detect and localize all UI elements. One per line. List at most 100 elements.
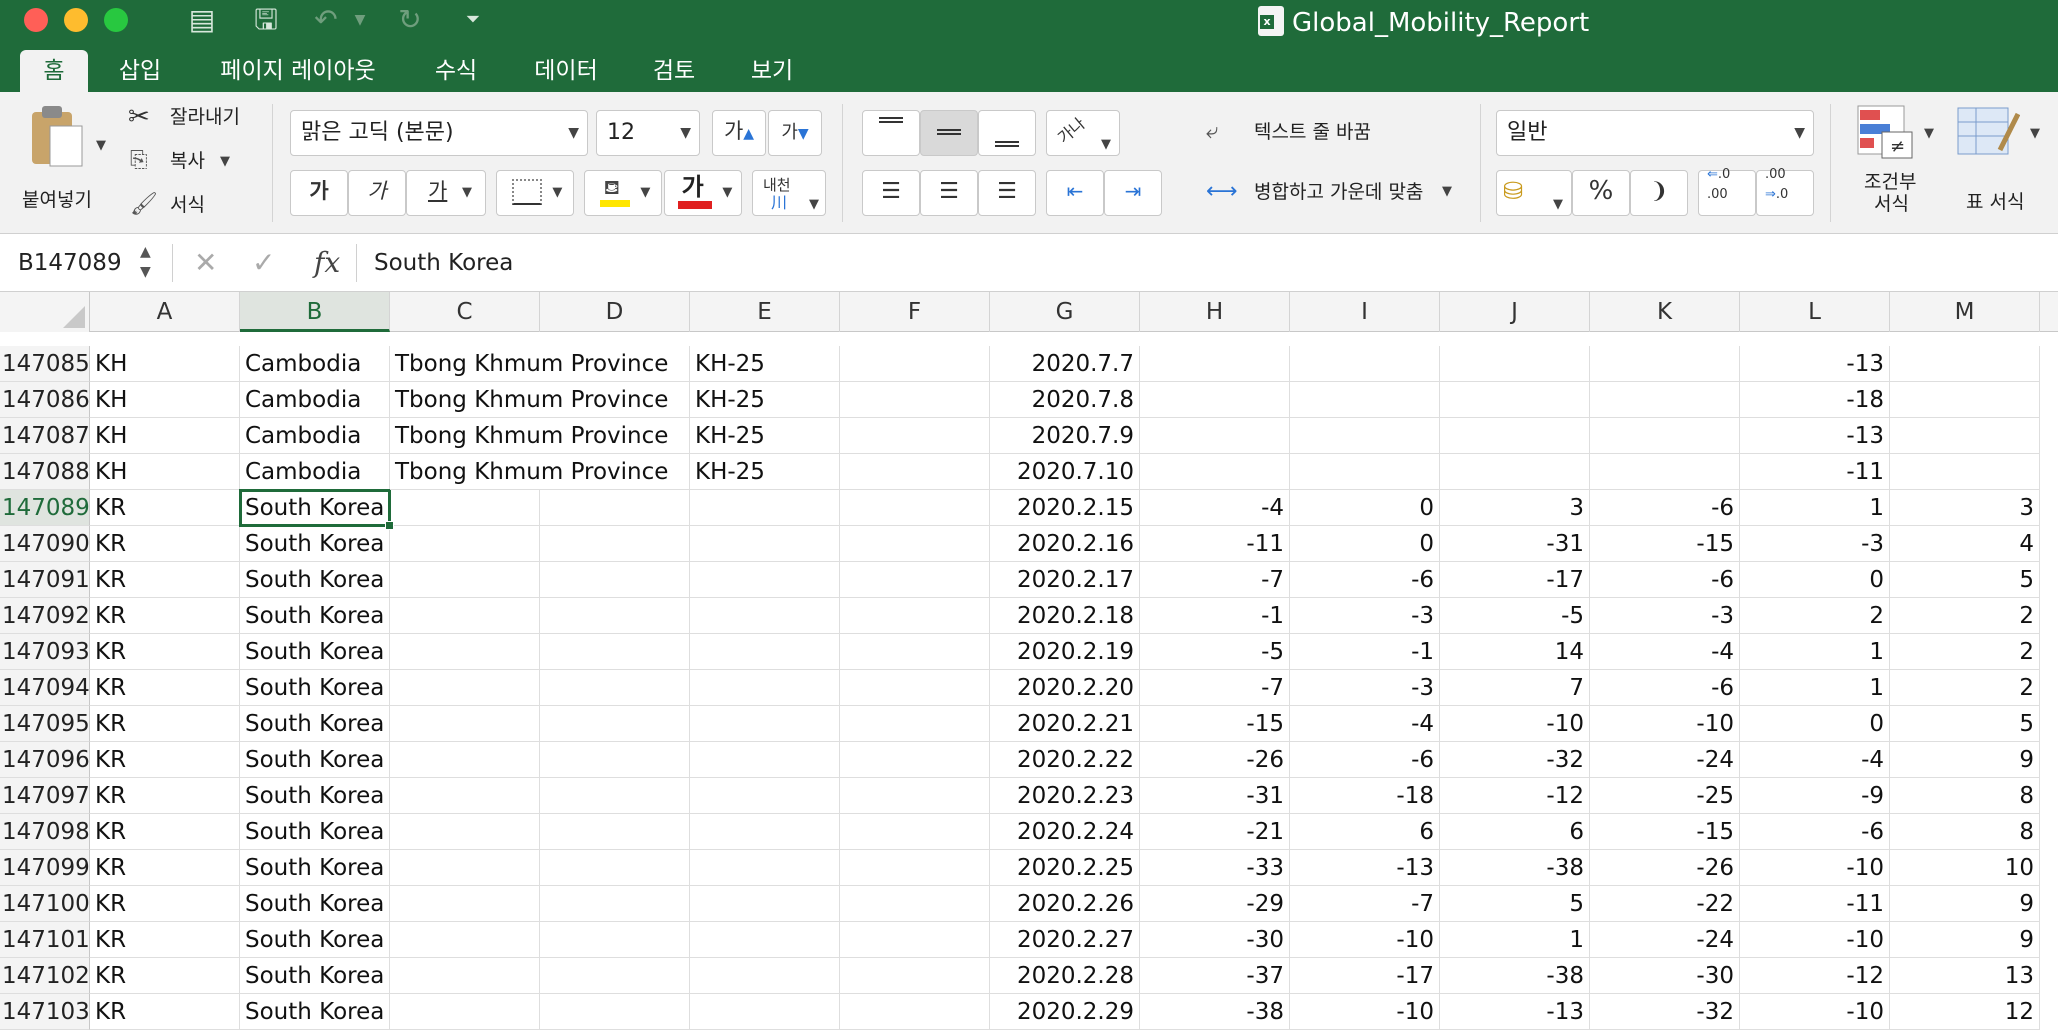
cell-m147090[interactable]: 4 — [1890, 526, 2040, 562]
merge-center-button[interactable]: ⟷ 병합하고 가운데 맞춤 ▼ — [1206, 174, 1466, 210]
cell-d147103[interactable] — [540, 994, 690, 1030]
cell-h147099[interactable]: -33 — [1140, 850, 1290, 886]
sidebar-toggle-icon[interactable]: ▤ — [184, 4, 220, 36]
cell-l147103[interactable]: -10 — [1740, 994, 1890, 1030]
cell-c147087[interactable]: Tbong Khmum Province — [390, 418, 668, 454]
cell-m147102[interactable]: 13 — [1890, 958, 2040, 994]
cell-c147096[interactable] — [390, 742, 540, 778]
cell-b147089[interactable]: South Korea — [240, 490, 390, 526]
cell-j147101[interactable]: 1 — [1440, 922, 1590, 958]
increase-decimal-button[interactable]: ⇐.0.00 — [1698, 167, 1756, 216]
cell-c147086[interactable]: Tbong Khmum Province — [390, 382, 668, 418]
cell-f147093[interactable] — [840, 634, 990, 670]
accounting-format-button[interactable]: ⛁ ▼ — [1496, 170, 1572, 216]
row-header[interactable]: 147098 — [0, 814, 90, 850]
cell-j147088[interactable] — [1440, 454, 1590, 490]
increase-indent-button[interactable]: ⇥ — [1104, 170, 1162, 216]
cell-a147091[interactable]: KR — [90, 562, 240, 598]
cell-f147094[interactable] — [840, 670, 990, 706]
cell-m147094[interactable]: 2 — [1890, 670, 2040, 706]
cell-m147085[interactable] — [1890, 346, 2040, 382]
cell-g147103[interactable]: 2020.2.29 — [990, 994, 1140, 1030]
cell-e147098[interactable] — [690, 814, 840, 850]
cell-k147085[interactable] — [1590, 346, 1740, 382]
cell-g147098[interactable]: 2020.2.24 — [990, 814, 1140, 850]
cell-g147093[interactable]: 2020.2.19 — [990, 634, 1140, 670]
cell-k147095[interactable]: -10 — [1590, 706, 1740, 742]
row-header[interactable]: 147099 — [0, 850, 90, 886]
cell-b147103[interactable]: South Korea — [240, 994, 390, 1030]
cell-f147092[interactable] — [840, 598, 990, 634]
cell-i147091[interactable]: -6 — [1290, 562, 1440, 598]
cell-a147090[interactable]: KR — [90, 526, 240, 562]
cell-h147088[interactable] — [1140, 454, 1290, 490]
orientation-button[interactable]: 가나 ▼ — [1046, 110, 1120, 156]
cell-l147085[interactable]: -13 — [1740, 346, 1890, 382]
cell-d147101[interactable] — [540, 922, 690, 958]
cell-c147085[interactable]: Tbong Khmum Province — [390, 346, 668, 382]
cell-b147102[interactable]: South Korea — [240, 958, 390, 994]
save-icon[interactable]: 🖫 — [248, 4, 284, 36]
cell-g147100[interactable]: 2020.2.26 — [990, 886, 1140, 922]
cell-g147085[interactable]: 2020.7.7 — [990, 346, 1140, 382]
cell-e147087[interactable]: KH-25 — [690, 418, 840, 454]
cell-h147086[interactable] — [1140, 382, 1290, 418]
cell-a147102[interactable]: KR — [90, 958, 240, 994]
cell-k147087[interactable] — [1590, 418, 1740, 454]
cell-c147088[interactable]: Tbong Khmum Province — [390, 454, 668, 490]
tab-view[interactable]: 보기 — [740, 50, 804, 92]
cell-h147087[interactable] — [1140, 418, 1290, 454]
cell-e147093[interactable] — [690, 634, 840, 670]
cell-l147099[interactable]: -10 — [1740, 850, 1890, 886]
cell-e147100[interactable] — [690, 886, 840, 922]
formula-input[interactable]: South Korea — [374, 234, 513, 292]
cell-d147095[interactable] — [540, 706, 690, 742]
cell-g147096[interactable]: 2020.2.22 — [990, 742, 1140, 778]
cell-a147094[interactable]: KR — [90, 670, 240, 706]
undo-dropdown-icon[interactable]: ▼ — [350, 4, 370, 36]
tab-review[interactable]: 검토 — [642, 50, 706, 92]
cell-g147102[interactable]: 2020.2.28 — [990, 958, 1140, 994]
cell-m147101[interactable]: 9 — [1890, 922, 2040, 958]
cell-d147100[interactable] — [540, 886, 690, 922]
format-painter-button[interactable]: 🖌 서식 — [128, 188, 258, 222]
cell-i147101[interactable]: -10 — [1290, 922, 1440, 958]
row-header[interactable]: 147101 — [0, 922, 90, 958]
tab-insert[interactable]: 삽입 — [108, 50, 172, 92]
copy-button[interactable]: ⎘ 복사 ▼ — [128, 144, 258, 178]
decrease-indent-button[interactable]: ⇤ — [1046, 170, 1104, 216]
tab-data[interactable]: 데이터 — [524, 50, 608, 92]
cell-m147093[interactable]: 2 — [1890, 634, 2040, 670]
cell-k147102[interactable]: -30 — [1590, 958, 1740, 994]
cell-a147099[interactable]: KR — [90, 850, 240, 886]
cell-h147097[interactable]: -31 — [1140, 778, 1290, 814]
cell-l147093[interactable]: 1 — [1740, 634, 1890, 670]
phonetic-guide-button[interactable]: 내천 川 ▼ — [752, 170, 826, 216]
cell-l147088[interactable]: -11 — [1740, 454, 1890, 490]
cell-f147099[interactable] — [840, 850, 990, 886]
cell-g147094[interactable]: 2020.2.20 — [990, 670, 1140, 706]
row-header[interactable]: 147085 — [0, 346, 90, 382]
cell-i147088[interactable] — [1290, 454, 1440, 490]
cell-h147091[interactable]: -7 — [1140, 562, 1290, 598]
paste-dropdown-icon[interactable]: ▼ — [96, 138, 106, 153]
fill-handle[interactable] — [385, 521, 394, 530]
cell-d147090[interactable] — [540, 526, 690, 562]
cell-h147098[interactable]: -21 — [1140, 814, 1290, 850]
align-bottom-button[interactable] — [978, 110, 1036, 156]
cell-i147092[interactable]: -3 — [1290, 598, 1440, 634]
cell-m147092[interactable]: 2 — [1890, 598, 2040, 634]
row-header[interactable]: 147088 — [0, 454, 90, 490]
cell-f147088[interactable] — [840, 454, 990, 490]
cell-b147095[interactable]: South Korea — [240, 706, 390, 742]
font-color-button[interactable]: 가 ▼ — [664, 170, 742, 216]
cell-k147088[interactable] — [1590, 454, 1740, 490]
align-top-button[interactable] — [862, 110, 920, 156]
cell-h147089[interactable]: -4 — [1140, 490, 1290, 526]
cell-i147099[interactable]: -13 — [1290, 850, 1440, 886]
cell-j147099[interactable]: -38 — [1440, 850, 1590, 886]
cell-m147096[interactable]: 9 — [1890, 742, 2040, 778]
cell-l147101[interactable]: -10 — [1740, 922, 1890, 958]
cell-j147095[interactable]: -10 — [1440, 706, 1590, 742]
cell-d147098[interactable] — [540, 814, 690, 850]
